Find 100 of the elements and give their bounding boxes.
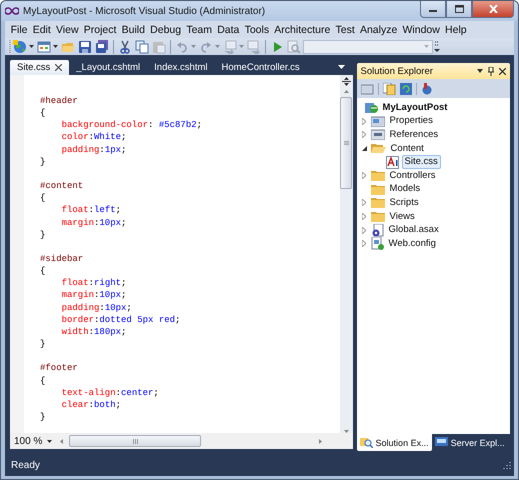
code-line: padding:10px;: [62, 302, 132, 314]
code-line: margin:10px;: [62, 289, 126, 302]
menu-item[interactable]: Team: [184, 24, 215, 36]
code-line: }: [40, 338, 46, 350]
scroll-right-icon[interactable]: [318, 438, 322, 444]
menu-item[interactable]: Tools: [242, 24, 272, 36]
collapsed-arrow-icon[interactable]: [362, 199, 366, 206]
menu-item[interactable]: Analyze: [357, 24, 400, 36]
infinity-icon: [5, 7, 19, 15]
caret-icon: [191, 45, 196, 48]
collapsed-arrow-icon[interactable]: [362, 172, 366, 180]
caret-icon: [239, 45, 244, 48]
search-icon: [360, 437, 373, 448]
scroll-left-icon[interactable]: [60, 438, 63, 444]
menu-item[interactable]: Data: [214, 24, 242, 36]
tree-item[interactable]: Site.css: [402, 155, 441, 170]
overflow-icon: [434, 40, 440, 52]
expanded-arrow-icon[interactable]: [362, 146, 367, 152]
code-line: padding:1px;: [62, 144, 126, 156]
menu-item[interactable]: Build: [119, 24, 148, 36]
collapsed-arrow-icon[interactable]: [362, 226, 366, 234]
tree-item[interactable]: Controllers: [388, 170, 438, 182]
close-icon[interactable]: [55, 64, 62, 71]
code-line: {: [40, 265, 46, 278]
scrollbar-thumb[interactable]: [340, 97, 352, 189]
maximize-icon: [454, 5, 464, 13]
project-icon: [364, 102, 378, 114]
close-icon[interactable]: [499, 68, 506, 74]
properties-icon: [370, 116, 385, 127]
collapsed-arrow-icon[interactable]: [362, 240, 366, 248]
file-tab[interactable]: Site.css: [10, 60, 70, 75]
window-title: MyLayoutPost - Microsoft Visual Studio (Administrator): [23, 6, 266, 16]
show-files-icon[interactable]: [382, 82, 396, 94]
code-line: color:White;: [62, 131, 126, 144]
code-line: #header: [40, 95, 78, 108]
resize-grip-icon[interactable]: [503, 461, 511, 469]
collapsed-arrow-icon[interactable]: [362, 131, 366, 138]
tree-item[interactable]: Web.config: [386, 238, 438, 250]
code-line: #content: [40, 180, 84, 192]
config-file-icon: [370, 237, 384, 250]
code-line: text-align:center;: [62, 386, 159, 399]
menu-item[interactable]: View: [53, 24, 82, 36]
menu-item[interactable]: File: [8, 24, 30, 36]
tab-list-icon[interactable]: [338, 65, 345, 69]
code-line: float:left;: [62, 204, 122, 217]
minimize-button[interactable]: [420, 1, 446, 18]
folder-icon: [370, 184, 385, 195]
code-line: }: [40, 228, 46, 241]
panel-tab[interactable]: Solution Ex...: [356, 434, 432, 451]
file-tab[interactable]: Index.cshtml: [147, 60, 214, 75]
tree-item[interactable]: Views: [388, 210, 417, 223]
caret-icon: [215, 45, 220, 48]
code-line: }: [40, 156, 46, 168]
folder-icon: [370, 197, 385, 208]
zoom-dropdown[interactable]: 100 %: [10, 436, 56, 446]
menu-item[interactable]: Test: [332, 24, 358, 36]
tree-item[interactable]: MyLayoutPost: [380, 102, 450, 114]
gear-file-icon: [370, 224, 384, 237]
open-folder-icon: [370, 143, 386, 154]
tree-item[interactable]: Models: [388, 183, 422, 196]
collapsed-arrow-icon[interactable]: [362, 213, 366, 220]
window-icon[interactable]: [37, 40, 51, 54]
code-line: }: [40, 411, 46, 424]
tree-item[interactable]: Global.asax: [386, 224, 441, 236]
globe-icon[interactable]: [13, 40, 27, 54]
code-line: #sidebar: [40, 253, 84, 266]
properties-icon[interactable]: [360, 82, 374, 94]
caret-icon: [29, 45, 34, 48]
tree-item[interactable]: Properties: [388, 115, 435, 128]
menu-item[interactable]: Window: [400, 24, 442, 36]
menu-item[interactable]: Edit: [30, 24, 54, 36]
close-button[interactable]: [472, 1, 514, 18]
code-line: border:dotted 5px red;: [62, 314, 180, 326]
pin-icon[interactable]: [488, 66, 494, 76]
tree-item[interactable]: Scripts: [388, 196, 421, 209]
menu-item[interactable]: Architecture: [272, 24, 333, 36]
dropdown-icon[interactable]: [477, 69, 483, 73]
file-tab[interactable]: HomeController.cs: [214, 60, 307, 75]
scrollbar-thumb[interactable]: [69, 435, 201, 447]
folder-icon: [370, 211, 385, 222]
menu-item[interactable]: Help: [442, 24, 470, 36]
folder-icon: [370, 170, 385, 182]
refresh-icon[interactable]: [400, 82, 412, 94]
class-diagram-icon[interactable]: [420, 82, 433, 94]
tree-item[interactable]: Content: [388, 142, 426, 155]
toolbar-button[interactable]: [36, 38, 59, 54]
maximize-button[interactable]: [446, 1, 472, 18]
caret-icon: [424, 45, 429, 48]
collapsed-arrow-icon[interactable]: [362, 118, 366, 125]
grip-icon: [132, 438, 138, 444]
code-line: float:right;: [62, 277, 126, 290]
file-tab[interactable]: _Layout.cshtml: [69, 60, 148, 75]
menu-item[interactable]: Debug: [148, 24, 184, 36]
toolbar-button[interactable]: [12, 38, 35, 54]
tree-item[interactable]: References: [388, 128, 440, 141]
references-icon: [370, 129, 385, 140]
menu-item[interactable]: Project: [81, 24, 120, 36]
code-line: clear:both;: [62, 398, 122, 412]
scroll-up-icon[interactable]: [344, 90, 349, 93]
panel-tab[interactable]: Server Expl...: [432, 434, 508, 451]
